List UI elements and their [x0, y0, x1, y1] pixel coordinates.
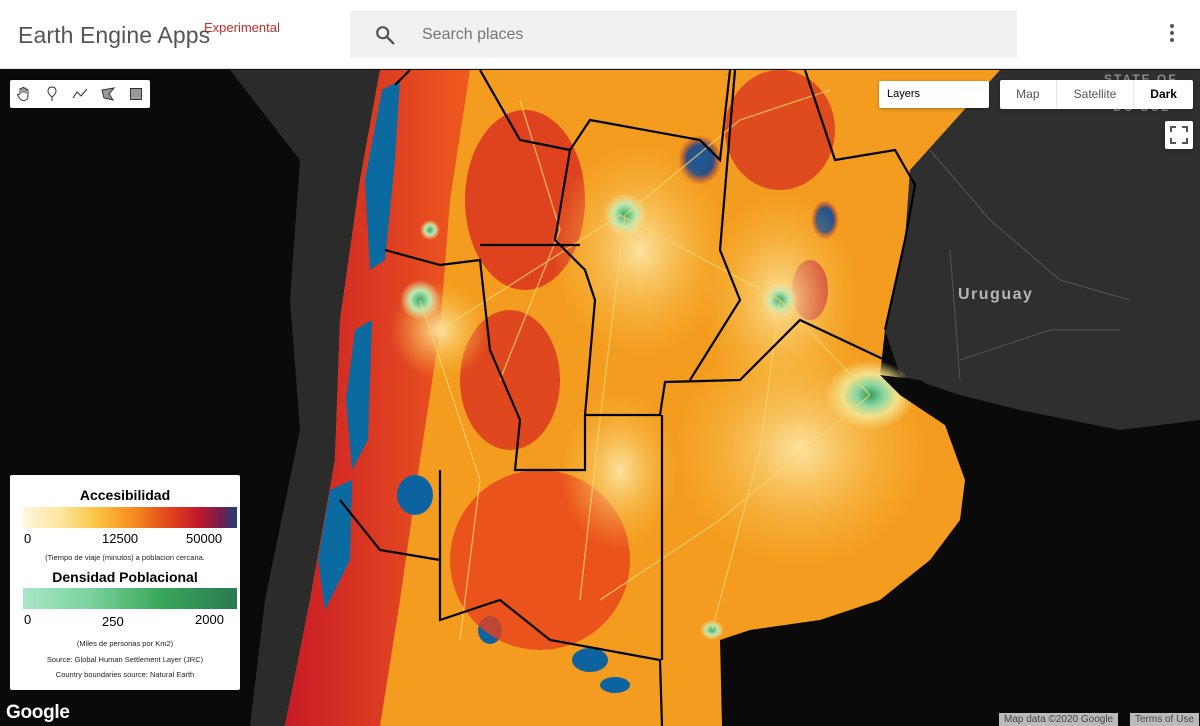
accessibility-note: (Tiempo de viaje (minutos) a poblacion c… — [45, 553, 205, 562]
legend-density-title: Densidad Poblacional — [52, 569, 198, 585]
accessibility-color-ramp — [23, 507, 237, 528]
map-label-uruguay: Uruguay — [958, 286, 1034, 303]
accessibility-tick-min: 0 — [24, 531, 32, 546]
drawing-toolbar — [10, 80, 150, 108]
marker-icon[interactable] — [38, 80, 66, 108]
legend-accessibility-title: Accesibilidad — [79, 487, 171, 503]
density-tick-max: 2000 — [195, 612, 224, 627]
density-tick-mid: 250 — [102, 614, 124, 629]
search-icon[interactable] — [374, 24, 396, 46]
more-vert-icon[interactable] — [1162, 24, 1182, 46]
fullscreen-icon — [1170, 126, 1188, 144]
terms-of-use-link[interactable]: Terms of Use — [1130, 713, 1199, 726]
density-note: (Miles de personas por Km2) — [76, 639, 174, 648]
rectangle-icon[interactable] — [122, 80, 150, 108]
hand-pan-icon[interactable] — [10, 80, 38, 108]
google-logo: Google — [6, 702, 70, 723]
polygon-icon[interactable] — [94, 80, 122, 108]
search-input[interactable] — [422, 11, 982, 58]
legend-panel: Accesibilidad 0 12500 50000 (Tiempo de v… — [10, 475, 240, 690]
app-header: Earth Engine Apps Experimental — [0, 0, 1200, 69]
density-color-ramp — [23, 588, 237, 609]
accessibility-tick-mid: 12500 — [102, 531, 139, 546]
experimental-badge: Experimental — [204, 20, 280, 35]
density-tick-min: 0 — [24, 612, 32, 627]
map-type-control: Map Satellite Dark — [1000, 80, 1193, 109]
search-bar[interactable] — [350, 11, 1017, 58]
map-attribution[interactable]: Map data ©2020 Google — [999, 713, 1119, 726]
map-type-satellite-button[interactable]: Satellite — [1057, 80, 1135, 109]
map-type-map-button[interactable]: Map — [1000, 80, 1057, 109]
accessibility-tick-max: 50000 — [186, 531, 223, 546]
map-type-dark-button[interactable]: Dark — [1134, 80, 1193, 109]
fullscreen-button[interactable] — [1165, 121, 1193, 149]
legend-source-ghsl: Source: Global Human Settlement Layer (J… — [46, 655, 204, 664]
legend-source-boundaries: Country boundaries source: Natural Earth — [55, 670, 195, 679]
app-title[interactable]: Earth Engine Apps — [18, 22, 210, 49]
layers-dropdown[interactable]: Layers — [879, 81, 989, 108]
polyline-icon[interactable] — [66, 80, 94, 108]
